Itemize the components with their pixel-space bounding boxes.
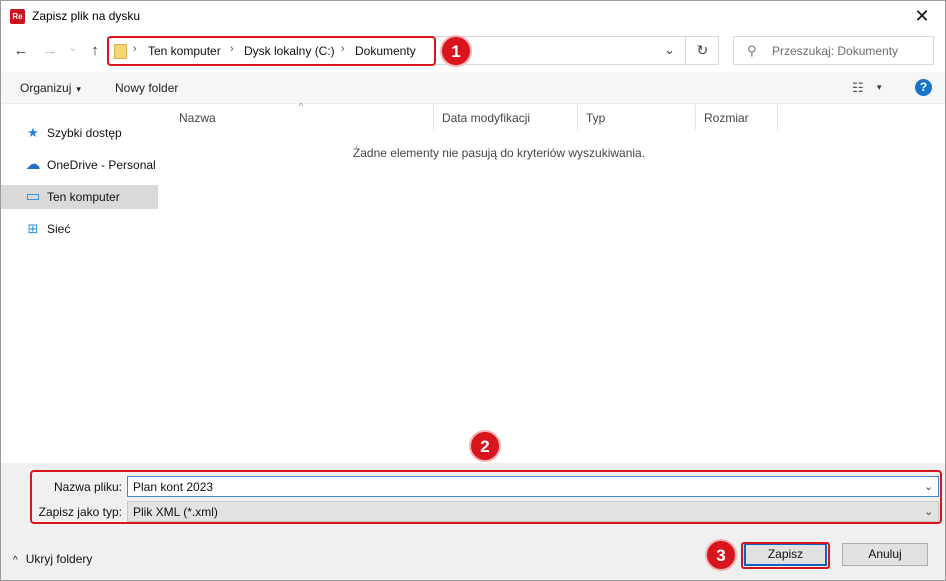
annotation-highlight-fields [30,470,942,524]
search-icon: ⚲ [747,43,757,58]
sidebar-item-onedrive[interactable]: ☁ OneDrive - Personal [1,153,158,177]
recent-locations-icon[interactable]: ⌄ [63,38,83,58]
organize-menu[interactable]: Organizuj ▾ [20,81,81,95]
organize-label: Organizuj [20,81,72,95]
annotation-badge-2: 2 [469,430,501,462]
view-options-icon[interactable]: ☷ [852,80,864,96]
network-icon: ⊞ [27,221,39,236]
navigation-pane: ★ Szybki dostęp ☁ OneDrive - Personal ▭ … [1,105,159,463]
cloud-icon: ☁ [25,156,41,173]
hide-folders-label: Ukryj foldery [25,552,93,566]
forward-arrow-icon[interactable]: → [40,41,60,61]
navigation-bar: ← → ⌄ ↑ › Ten komputer › Dysk lokalny (C… [1,34,945,70]
column-header-size[interactable]: Rozmiar [696,105,778,130]
star-icon: ★ [27,125,39,140]
sidebar-item-quick-access[interactable]: ★ Szybki dostęp [1,121,158,145]
search-input[interactable] [772,42,930,60]
chevron-up-icon: ^ [13,555,18,566]
empty-folder-message: Żadne elementy nie pasują do kryteriów w… [352,146,646,160]
close-button[interactable]: ✕ [899,1,945,32]
chevron-down-icon[interactable]: ▾ [877,82,882,93]
new-folder-button[interactable]: Nowy folder [115,81,178,95]
sort-ascending-icon: ^ [299,101,304,111]
refresh-icon[interactable]: ↻ [685,36,719,65]
annotation-badge-1: 1 [440,35,472,67]
column-header-type[interactable]: Typ [578,105,696,130]
sidebar-item-label: Sieć [47,222,71,236]
sidebar-item-label: Szybki dostęp [47,126,122,140]
annotation-highlight-address [107,36,436,66]
column-label: Nazwa [179,111,216,125]
save-dialog: Re Zapisz plik na dysku ✕ ← → ⌄ ↑ › Ten … [0,0,946,581]
sidebar-item-label: Ten komputer [47,190,120,204]
save-form-area: Nazwa pliku: ⌄ Zapisz jako typ: Plik XML… [1,463,945,580]
annotation-highlight-save [741,542,830,569]
sidebar-item-this-pc[interactable]: ▭ Ten komputer [1,185,158,209]
up-arrow-icon[interactable]: ↑ [85,41,105,61]
file-list: Nazwa ^ Data modyfikacji Typ Rozmiar Żad… [171,101,945,463]
column-label: Data modyfikacji [442,111,531,125]
title-bar: Re Zapisz plik na dysku ✕ [1,1,945,33]
search-box[interactable]: ⚲ [733,36,934,65]
column-header-name[interactable]: Nazwa ^ [171,101,434,130]
chevron-down-icon: ▾ [76,84,81,94]
chevron-down-icon[interactable]: ⌄ [664,42,675,58]
column-header-date-modified[interactable]: Data modyfikacji [434,105,578,130]
command-toolbar: Organizuj ▾ Nowy folder ☷ ▾ ? [1,72,945,104]
app-icon: Re [10,9,25,24]
sidebar-item-label: OneDrive - Personal [47,158,156,172]
back-arrow-icon[interactable]: ← [11,41,31,61]
computer-icon: ▭ [25,188,41,205]
cancel-button[interactable]: Anuluj [842,543,928,566]
hide-folders-toggle[interactable]: ^ Ukryj foldery [13,552,92,566]
annotation-badge-3: 3 [705,539,737,571]
help-icon[interactable]: ? [915,79,932,96]
window-title: Zapisz plik na dysku [32,9,141,23]
column-label: Rozmiar [704,111,749,125]
sidebar-item-network[interactable]: ⊞ Sieć [1,217,158,241]
column-label: Typ [586,111,606,125]
